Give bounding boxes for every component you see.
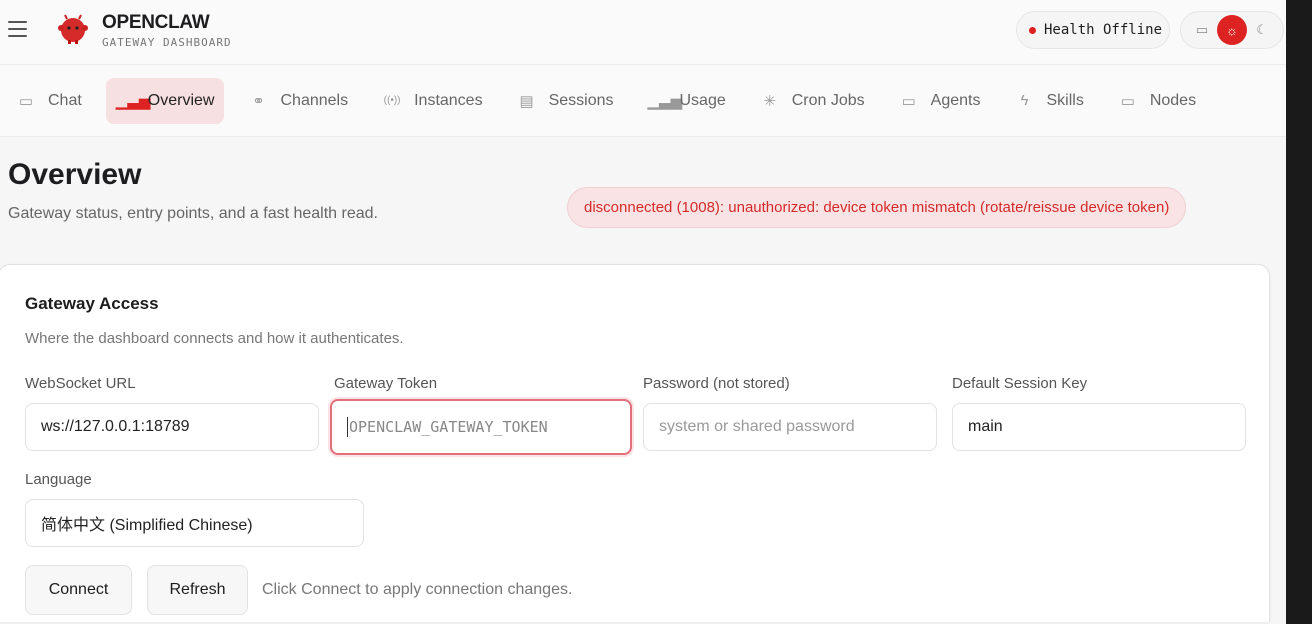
app: OPENCLAW GATEWAY DASHBOARD Health Offlin… [0,0,1286,624]
tab-instances[interactable]: ((•)) Instances [372,78,492,124]
tab-sessions[interactable]: ▤ Sessions [507,78,624,124]
error-banner: disconnected (1008): unauthorized: devic… [567,187,1186,228]
ws-url-input[interactable]: ws://127.0.0.1:18789 [25,403,319,451]
folder-icon: ▭ [899,92,919,110]
tab-label: Nodes [1150,92,1196,110]
health-status-badge: Health Offline [1016,11,1170,49]
ws-url-label: WebSocket URL [25,375,136,392]
gateway-token-input[interactable]: OPENCLAW_GATEWAY_TOKEN [330,399,632,455]
tab-label: Cron Jobs [792,92,865,110]
tab-chat[interactable]: ▭ Chat [6,78,92,124]
connect-button[interactable]: Connect [25,565,132,615]
card-description: Where the dashboard connects and how it … [25,330,404,347]
tab-label: Chat [48,92,82,110]
session-key-label: Default Session Key [952,375,1087,392]
bar-chart-icon: ▁▃▅ [648,92,668,110]
chat-icon: ▭ [16,92,36,110]
bar-chart-icon: ▁▃▅ [116,92,136,110]
file-icon: ▤ [517,92,537,110]
tab-label: Overview [148,92,215,110]
tab-usage[interactable]: ▁▃▅ Usage [638,78,736,124]
card-title: Gateway Access [25,294,159,314]
monitor-icon[interactable]: ▭ [1187,15,1217,45]
connect-hint: Click Connect to apply connection change… [262,581,572,599]
language-select[interactable]: 简体中文 (Simplified Chinese) [25,499,364,547]
logo-icon [56,13,90,45]
menu-icon[interactable] [8,21,27,37]
tab-label: Skills [1046,92,1083,110]
loader-icon: ✳ [760,92,780,110]
tab-label: Usage [680,92,726,110]
zap-icon: ϟ [1014,92,1034,109]
radio-icon: ((•)) [382,95,402,106]
gateway-token-placeholder: OPENCLAW_GATEWAY_TOKEN [349,418,548,436]
password-label: Password (not stored) [643,375,790,392]
monitor-icon: ▭ [1118,92,1138,110]
gateway-access-card: Gateway Access Where the dashboard conne… [0,264,1270,622]
tab-label: Sessions [549,92,614,110]
tab-cron-jobs[interactable]: ✳ Cron Jobs [750,78,875,124]
theme-toggle: ▭ ☼ ☾ [1180,11,1284,49]
sun-icon[interactable]: ☼ [1217,15,1247,45]
tab-agents[interactable]: ▭ Agents [889,78,991,124]
language-label: Language [25,471,92,488]
gateway-token-label: Gateway Token [334,375,437,392]
refresh-button[interactable]: Refresh [147,565,248,615]
tab-skills[interactable]: ϟ Skills [1004,78,1093,124]
tab-label: Instances [414,92,482,110]
link-icon: ⚭ [248,92,268,110]
tab-label: Channels [280,92,348,110]
session-key-input[interactable]: main [952,403,1246,451]
header: OPENCLAW GATEWAY DASHBOARD Health Offlin… [0,0,1286,65]
password-input[interactable]: system or shared password [643,403,937,451]
brand-subtitle: GATEWAY DASHBOARD [102,36,232,49]
brand-name: OPENCLAW [102,12,209,34]
moon-icon[interactable]: ☾ [1247,15,1277,45]
page-description: Gateway status, entry points, and a fast… [8,205,378,223]
tab-label: Agents [931,92,981,110]
tab-channels[interactable]: ⚭ Channels [238,78,358,124]
nav-tabs: ▭ Chat ▁▃▅ Overview ⚭ Channels ((•)) Instances ▤… [0,65,1286,137]
tab-nodes[interactable]: ▭ Nodes [1108,78,1206,124]
tab-overview[interactable]: ▁▃▅ Overview [106,78,225,124]
status-dot-icon [1029,27,1036,34]
health-status-text: Health Offline [1044,22,1162,38]
page-title: Overview [8,158,141,192]
